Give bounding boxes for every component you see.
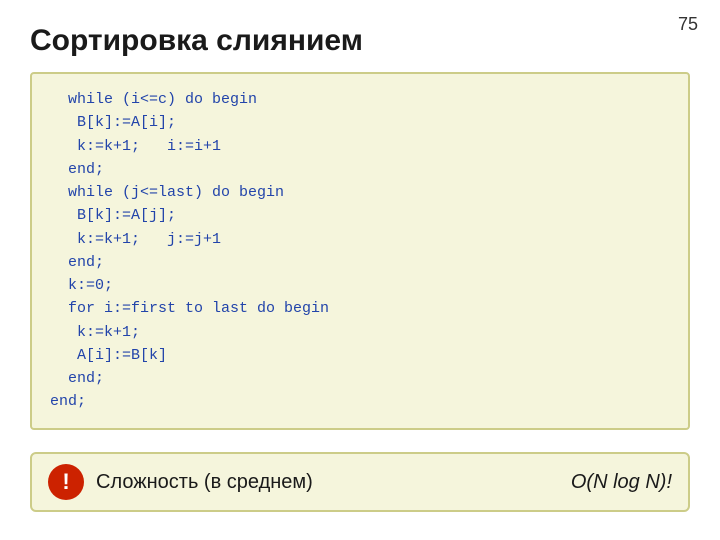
code-line: A[i]:=B[k] (50, 344, 670, 367)
code-line: end; (50, 251, 670, 274)
code-line: k:=k+1; j:=j+1 (50, 228, 670, 251)
code-line: k:=0; (50, 274, 670, 297)
code-line: k:=k+1; (50, 321, 670, 344)
code-line: end; (50, 158, 670, 181)
code-line: B[k]:=A[j]; (50, 204, 670, 227)
code-line: B[k]:=A[i]; (50, 111, 670, 134)
complexity-label: Сложность (в среднем) (96, 471, 559, 494)
slide: 75 Сортировка слиянием while (i<=c) do b… (0, 0, 720, 540)
slide-number: 75 (678, 14, 698, 35)
complexity-formula: O(N log N)! (571, 471, 672, 494)
slide-title: Сортировка слиянием (30, 24, 690, 58)
code-line: for i:=first to last do begin (50, 297, 670, 320)
code-block: while (i<=c) do begin B[k]:=A[i]; k:=k+1… (30, 72, 690, 430)
complexity-bar: ! Сложность (в среднем) O(N log N)! (30, 452, 690, 512)
code-line: while (i<=c) do begin (50, 88, 670, 111)
code-line: end; (50, 367, 670, 390)
code-line: while (j<=last) do begin (50, 181, 670, 204)
exclamation-icon: ! (48, 464, 84, 500)
code-line: k:=k+1; i:=i+1 (50, 135, 670, 158)
code-line: end; (50, 390, 670, 413)
